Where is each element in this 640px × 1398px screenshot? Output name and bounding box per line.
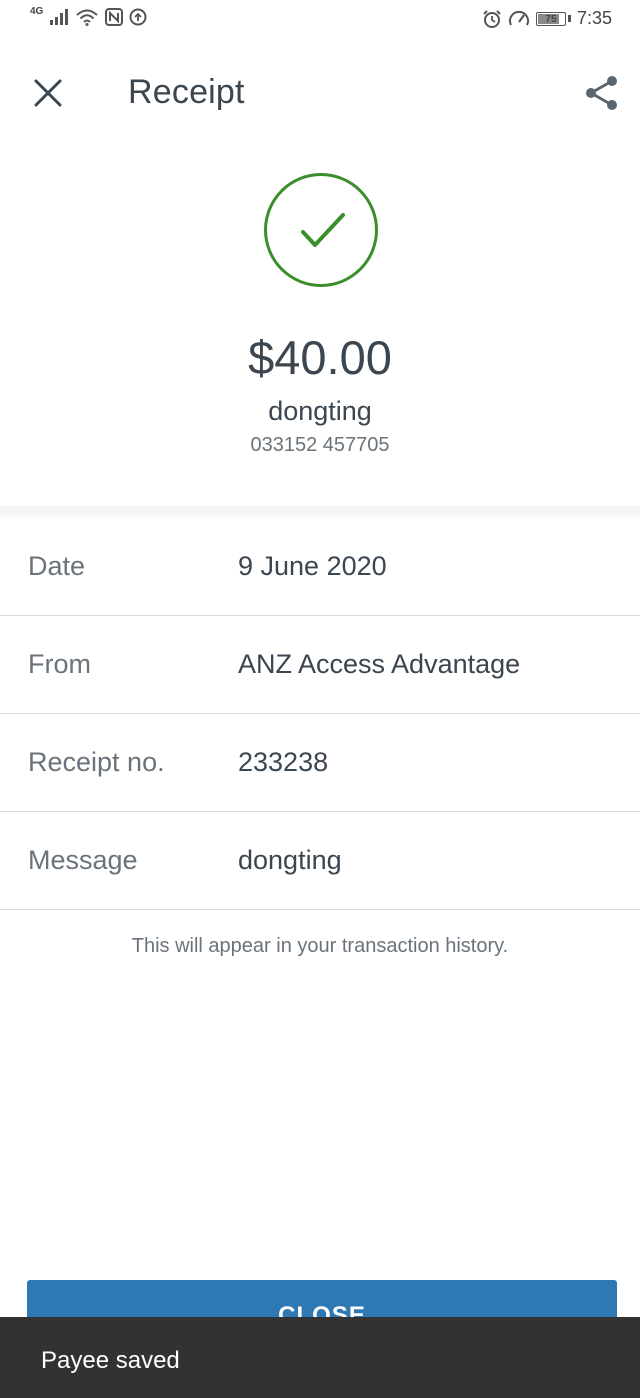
snackbar-message: Payee saved [41, 1347, 180, 1374]
status-bar-right: 75 7:35 [482, 8, 612, 29]
check-circle-icon [263, 172, 379, 288]
nfc-icon [105, 8, 124, 26]
clock: 7:35 [576, 8, 612, 28]
payment-amount: $40.00 [248, 331, 392, 384]
detail-value: 233238 [238, 747, 329, 777]
battery-level: 75 [545, 13, 557, 25]
detail-label: Message [28, 845, 138, 875]
payee-account-number: 033152 457705 [250, 434, 390, 456]
detail-row-receipt-no: Receipt no. 233238 [0, 714, 640, 812]
speed-icon [508, 9, 530, 29]
signal-icon [49, 9, 69, 25]
battery-tip [567, 15, 571, 22]
history-note: This will appear in your transaction his… [131, 935, 509, 957]
detail-value: dongting [238, 845, 342, 875]
detail-value: ANZ Access Advantage [238, 649, 521, 679]
receipt-details: Date 9 June 2020 From ANZ Access Advanta… [0, 518, 640, 910]
battery-indicator: 75 [535, 11, 566, 26]
share-icon[interactable] [582, 73, 622, 113]
detail-row-message: Message dongting [0, 812, 640, 910]
snackbar: Payee saved [0, 1317, 640, 1398]
close-icon[interactable] [28, 73, 68, 113]
alarm-icon [482, 9, 502, 29]
wifi-icon [75, 8, 99, 26]
detail-label: Receipt no. [28, 747, 165, 777]
network-type: 4G [30, 6, 44, 17]
status-bar: 4G 75 7:35 [0, 0, 640, 42]
detail-label: From [28, 649, 91, 679]
page-title: Receipt [128, 73, 245, 111]
app-header: Receipt [0, 55, 640, 135]
data-saver-icon [129, 8, 147, 26]
payee-name: dongting [268, 396, 372, 426]
detail-value: 9 June 2020 [238, 551, 387, 581]
section-divider [0, 506, 640, 518]
detail-row-date: Date 9 June 2020 [0, 518, 640, 616]
detail-label: Date [28, 551, 86, 581]
status-bar-left: 4G [30, 6, 147, 26]
detail-row-from: From ANZ Access Advantage [0, 616, 640, 714]
